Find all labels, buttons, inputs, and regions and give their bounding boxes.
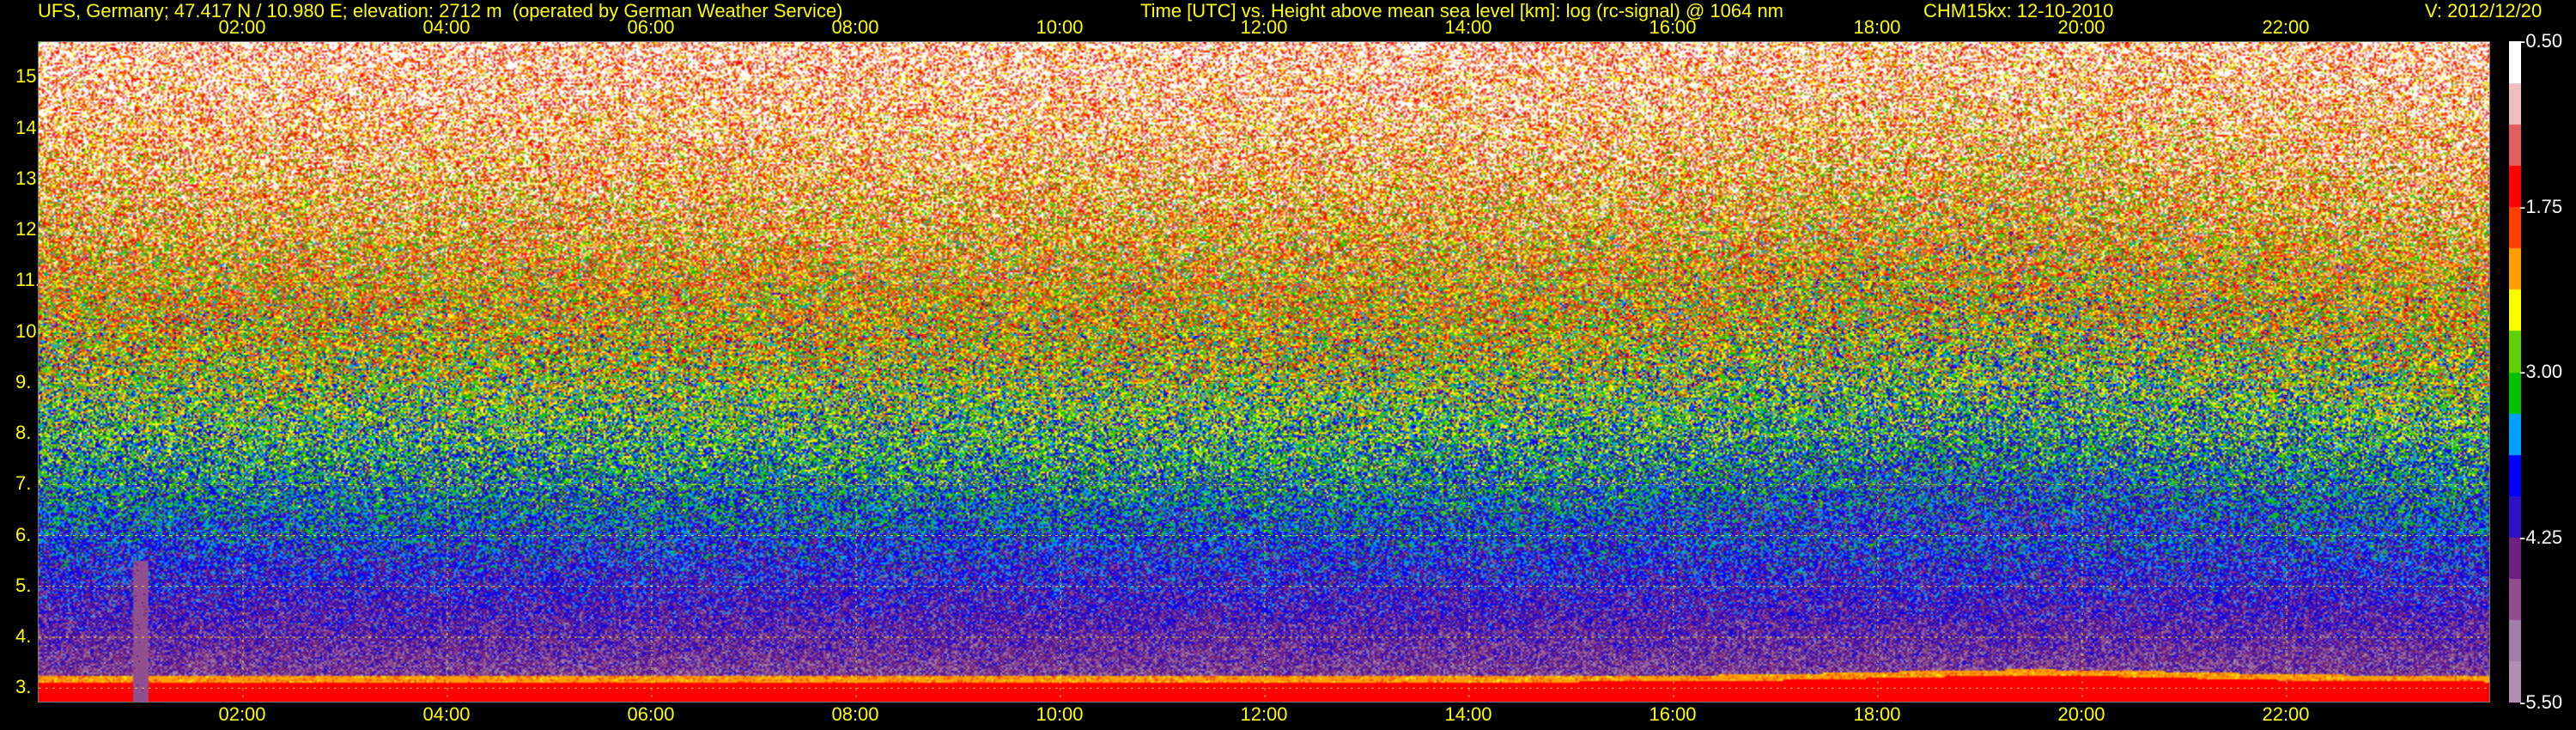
colorbar-tick: -4.25 [2519, 526, 2563, 548]
x-tick-bottom-1800: 18:00 [1853, 703, 1901, 725]
x-tick-top-0400: 04:00 [422, 16, 471, 38]
x-tick-bottom-1600: 16:00 [1649, 703, 1697, 725]
x-tick-bottom-0600: 06:00 [627, 703, 675, 725]
x-tick-bottom-0800: 08:00 [831, 703, 879, 725]
x-tick-bottom-1400: 14:00 [1444, 703, 1492, 725]
backscatter-heatmap [38, 41, 2490, 703]
x-tick-top-1600: 16:00 [1649, 16, 1697, 38]
x-tick-top-0800: 08:00 [831, 16, 879, 38]
x-tick-top-1200: 12:00 [1240, 16, 1288, 38]
x-tick-bottom-2000: 20:00 [2057, 703, 2105, 725]
colorbar-tick: -0.50 [2519, 30, 2563, 52]
grid-lines [39, 42, 2489, 702]
x-tick-bottom-1000: 10:00 [1036, 703, 1084, 725]
colorbar-tick: -5.50 [2519, 691, 2563, 713]
x-tick-top-0200: 02:00 [218, 16, 266, 38]
x-tick-top-2000: 20:00 [2057, 16, 2105, 38]
x-tick-bottom-1200: 12:00 [1240, 703, 1288, 725]
x-tick-top-1400: 14:00 [1444, 16, 1492, 38]
x-tick-top-0600: 06:00 [627, 16, 675, 38]
x-tick-top-1800: 18:00 [1853, 16, 1901, 38]
x-tick-bottom-2200: 22:00 [2262, 703, 2310, 725]
colorbar-tick: -3.00 [2519, 361, 2563, 382]
version-label: V: 2012/12/20 [2425, 0, 2543, 21]
colorbar-tick: -1.75 [2519, 195, 2563, 217]
x-tick-bottom-0400: 04:00 [422, 703, 471, 725]
x-tick-bottom-0200: 02:00 [218, 703, 266, 725]
x-tick-top-1000: 10:00 [1036, 16, 1084, 38]
x-tick-top-2200: 22:00 [2262, 16, 2310, 38]
